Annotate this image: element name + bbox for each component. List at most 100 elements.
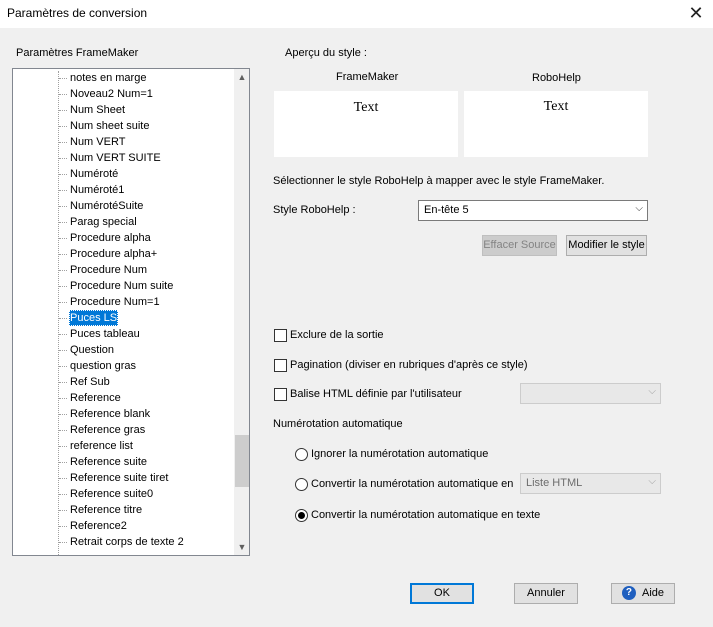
tree-item-label: Numéroté1	[70, 184, 125, 196]
tree-item-label: Reference suite0	[70, 488, 154, 500]
convert-to-value: Liste HTML	[526, 477, 583, 489]
tree-item-label: Reference blank	[70, 408, 151, 420]
tree-item[interactable]: Procedure Num=1	[56, 294, 161, 310]
vertical-scrollbar[interactable]: ▲ ▼	[234, 69, 249, 555]
tree-item[interactable]: Retrait corps de texte 2	[56, 534, 185, 550]
tree-connector-branch	[59, 270, 67, 271]
tree-connector-branch	[59, 110, 67, 111]
tree-connector-branch	[59, 526, 67, 527]
tree-item[interactable]: Procedure alpha+	[56, 246, 158, 262]
tree-item[interactable]: Reference2	[56, 518, 128, 534]
tree-connector-branch	[59, 254, 67, 255]
cancel-button[interactable]: Annuler	[514, 583, 578, 604]
html-tag-checkbox[interactable]	[274, 388, 287, 401]
pagination-checkbox[interactable]	[274, 359, 287, 372]
tree-item-label: Puces LS	[69, 310, 119, 326]
tree-connector-branch	[59, 366, 67, 367]
convert-text-label: Convertir la numérotation automatique en…	[311, 509, 541, 521]
tree-item[interactable]: Puces LS	[56, 310, 119, 326]
tree-item[interactable]: Numéroté1	[56, 182, 125, 198]
tree-item[interactable]: Numéroté	[56, 166, 119, 182]
tree-connector-branch	[59, 174, 67, 175]
tree-item[interactable]: Num VERT	[56, 134, 126, 150]
tree-item[interactable]: Reference suite0	[56, 486, 154, 502]
preview-label: Aperçu du style :	[285, 47, 367, 59]
tree-item[interactable]: Reference suite	[56, 454, 148, 470]
ignore-numbering-radio[interactable]	[295, 448, 308, 461]
tree-item[interactable]: Noveau2 Num=1	[56, 86, 154, 102]
convert-to-select[interactable]: Liste HTML ⌵	[520, 473, 661, 494]
convert-text-radio[interactable]	[295, 509, 308, 522]
tree-item-label: Retrait corps de texte 2	[70, 536, 184, 548]
tree-item[interactable]: Reference	[56, 390, 122, 406]
tree-item-label: NumérotéSuite	[70, 200, 144, 212]
tree-connector-branch	[59, 462, 67, 463]
pagination-label: Pagination (diviser en rubriques d'après…	[290, 359, 528, 371]
tree-item-label: Noveau2 Num=1	[70, 88, 153, 100]
tree-connector-branch	[59, 158, 67, 159]
tree-connector-branch	[59, 350, 67, 351]
style-tree[interactable]: notes en marge Noveau2 Num=1 Num Sheet Num …	[12, 68, 250, 556]
tree-item-label: Procedure alpha+	[70, 248, 158, 260]
tree-connector-branch	[59, 190, 67, 191]
html-tag-label: Balise HTML définie par l'utilisateur	[290, 388, 462, 400]
tree-connector-branch	[59, 494, 67, 495]
tree-item[interactable]: Procedure Num	[56, 262, 148, 278]
tree-connector-branch	[59, 510, 67, 511]
tree-item[interactable]: Question	[56, 342, 115, 358]
clear-source-button[interactable]: Effacer Source	[482, 235, 557, 256]
framemaker-preview-box: Text	[274, 91, 458, 157]
convert-to-radio[interactable]	[295, 478, 308, 491]
tree-connector-branch	[59, 238, 67, 239]
scroll-thumb[interactable]	[235, 435, 249, 487]
tree-connector-branch	[59, 78, 67, 79]
robohelp-style-select[interactable]: En-tête 5 ⌵	[418, 200, 648, 221]
ok-button[interactable]: OK	[410, 583, 474, 604]
tree-item-label: notes en marge	[70, 72, 147, 84]
tree-item[interactable]: notes en marge	[56, 70, 147, 86]
tree-item[interactable]: Reference gras	[56, 422, 146, 438]
tree-item-label: Reference gras	[70, 424, 146, 436]
title-bar: Paramètres de conversion ✕	[0, 0, 713, 29]
tree-item[interactable]: Reference titre	[56, 502, 143, 518]
tree-item-label: Reference titre	[70, 504, 143, 516]
tree-item[interactable]: Procedure alpha	[56, 230, 152, 246]
tree-connector-branch	[59, 430, 67, 431]
tree-item[interactable]: Num sheet suite	[56, 118, 150, 134]
close-icon[interactable]: ✕	[684, 2, 708, 24]
tree-item-label: reference list	[70, 440, 133, 452]
tree-item-label: Numéroté	[70, 168, 119, 180]
help-button[interactable]: ? Aide	[611, 583, 675, 604]
tree-item[interactable]: Ref Sub	[56, 374, 111, 390]
exclude-checkbox[interactable]	[274, 329, 287, 342]
convert-to-label: Convertir la numérotation automatique en	[311, 478, 514, 490]
tree-item-label: Reference	[70, 392, 121, 404]
html-tag-select[interactable]: ⌵	[520, 383, 661, 404]
robohelp-preview-label: RoboHelp	[532, 72, 581, 84]
tree-item-label: Num sheet suite	[70, 120, 150, 132]
tree-connector-branch	[59, 398, 67, 399]
tree-connector-branch	[59, 126, 67, 127]
tree-item[interactable]: NumérotéSuite	[56, 198, 144, 214]
robohelp-style-value: En-tête 5	[424, 204, 469, 216]
tree-item[interactable]: Parag special	[56, 214, 138, 230]
chevron-down-icon: ⌵	[635, 203, 643, 214]
tree-connector-branch	[59, 302, 67, 303]
tree-item[interactable]: question gras	[56, 358, 137, 374]
tree-connector-branch	[59, 142, 67, 143]
tree-item[interactable]: Reference suite tiret	[56, 470, 169, 486]
tree-item[interactable]: Num Sheet	[56, 102, 126, 118]
tree-item[interactable]: Puces tableau	[56, 326, 141, 342]
tree-item[interactable]: Reference blank	[56, 406, 151, 422]
tree-item-label: Num VERT	[70, 136, 126, 148]
framemaker-params-label: Paramètres FrameMaker	[16, 47, 139, 59]
tree-item[interactable]: Procedure Num suite	[56, 278, 174, 294]
tree-item[interactable]: reference list	[56, 438, 134, 454]
tree-item-label: Parag special	[70, 216, 137, 228]
ignore-numbering-label: Ignorer la numérotation automatique	[311, 448, 489, 460]
modify-style-button[interactable]: Modifier le style	[566, 235, 647, 256]
tree-item[interactable]: Num VERT SUITE	[56, 150, 162, 166]
scroll-up-icon[interactable]: ▲	[234, 69, 249, 85]
scroll-down-icon[interactable]: ▼	[234, 539, 249, 555]
tree-item-label: Reference suite	[70, 456, 148, 468]
